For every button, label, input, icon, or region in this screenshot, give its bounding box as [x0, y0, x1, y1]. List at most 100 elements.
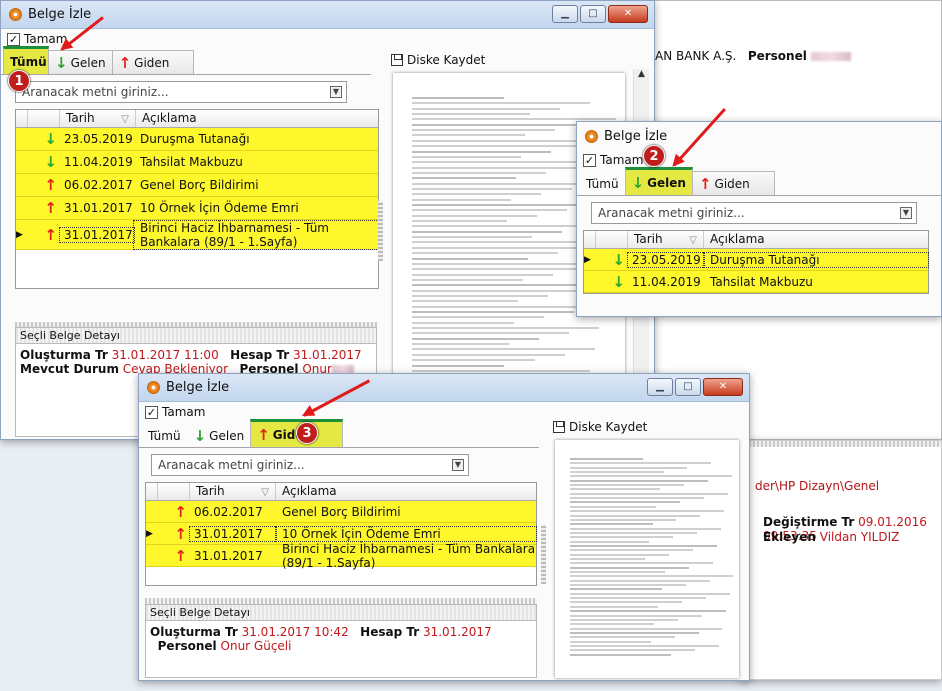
splitter [541, 524, 546, 584]
direction-cell: ↑ [158, 525, 190, 543]
maximize-button[interactable]: □ [580, 5, 606, 23]
bank-line: AN BANK A.Ş. Personel [641, 1, 941, 63]
table-row[interactable]: ↓ 23.05.2019 Duruşma Tutanağı [16, 128, 378, 151]
col-desc[interactable]: Açıklama [276, 483, 337, 500]
document-text-line [569, 592, 730, 595]
document-text-line [569, 588, 662, 591]
table-row[interactable]: ▶ ↓ 23.05.2019 Duruşma Tutanağı [584, 249, 929, 271]
document-text-line [411, 348, 595, 351]
search-input[interactable]: Aranacak metni giriniz... ▼ [591, 202, 917, 224]
document-text-line [569, 623, 655, 626]
tamam-label: Tamam [162, 405, 206, 419]
document-text-line [569, 636, 675, 639]
document-text-line [411, 166, 577, 169]
personel-label: Personel [747, 49, 807, 63]
arrow-up-icon: ↑ [257, 425, 270, 444]
arrow-up-icon: ↑ [174, 524, 187, 543]
checkbox[interactable]: ✓ [145, 405, 158, 419]
mod-label: Değiştirme Tr [763, 515, 855, 529]
tab-gelen[interactable]: ↓ Gelen [624, 167, 693, 195]
maximize-button[interactable]: □ [675, 378, 701, 396]
save-button[interactable]: Diske Kaydet [391, 53, 485, 67]
document-text-line [569, 579, 710, 582]
tab-tumu[interactable]: Tümü [579, 171, 626, 195]
tab-bar: Tümü ↓ Gelen ↑ Giden [139, 419, 539, 448]
grid-header: Tarih ▽ Açıklama [16, 110, 378, 128]
tab-gelen[interactable]: ↓ Gelen [187, 423, 252, 447]
date-cell: 31.01.2017 [64, 201, 133, 215]
table-row[interactable]: ↑ 06.02.2017 Genel Borç Bildirimi [16, 174, 378, 197]
background-window-lower: der\HP Dizayn\Genel Değiştirme Tr 09.01.… [740, 440, 942, 680]
detail-key: Hesap Tr [230, 348, 290, 362]
col-date[interactable]: Tarih ▽ [60, 110, 136, 127]
save-button[interactable]: Diske Kaydet [553, 420, 647, 434]
document-text-line [411, 225, 593, 228]
chevron-down-icon[interactable]: ▼ [452, 459, 464, 471]
checkbox[interactable]: ✓ [583, 153, 596, 167]
document-text-line [569, 479, 708, 482]
document-text-line [569, 618, 679, 621]
document-text-line [411, 273, 554, 276]
document-text-line [569, 605, 659, 608]
close-button[interactable]: ✕ [608, 5, 648, 23]
direction-cell: ↓ [28, 153, 60, 171]
chevron-down-icon[interactable]: ▼ [900, 207, 912, 219]
document-text-line [569, 614, 703, 617]
table-row[interactable]: ↑ 06.02.2017 Genel Borç Bildirimi [146, 501, 536, 523]
date-cell: 23.05.2019 [627, 251, 705, 268]
description-cell: Genel Borç Bildirimi [140, 178, 259, 192]
tab-giden[interactable]: ↑ Giden [691, 171, 775, 195]
tab-label: Gelen [70, 55, 106, 70]
document-text-line [411, 150, 551, 153]
col-date[interactable]: Tarih ▽ [628, 231, 704, 248]
document-text-line [411, 300, 519, 303]
document-text-line [569, 627, 723, 630]
document-grid: Tarih ▽ Açıklama ↑ 06.02.2017 Genel Borç Bi… [145, 482, 537, 586]
date-cell: 11.04.2019 [64, 155, 133, 169]
bank-name: AN BANK A.Ş. [655, 49, 737, 63]
table-row[interactable]: ▶ ↑ 31.01.2017 Birinci Haciz İhbarnamesi - … [16, 219, 379, 250]
checkbox[interactable]: ✓ [7, 32, 20, 46]
tab-tumu[interactable]: Tümü [3, 46, 49, 74]
step-badge-3: 3 [296, 422, 318, 444]
tamam-check[interactable]: ✓ Tamam [139, 402, 749, 422]
minimize-button[interactable]: ▁ [552, 5, 578, 23]
document-text-line [411, 129, 556, 132]
tab-tumu[interactable]: Tümü [141, 423, 188, 447]
document-text-line [411, 220, 507, 223]
document-text-line [411, 294, 549, 297]
document-text-line [569, 571, 666, 574]
table-row[interactable]: ↑ 31.01.2017 Birinci Haciz İhbarnamesi - T… [146, 542, 536, 570]
document-text-line [411, 321, 514, 324]
search-placeholder: Aranacak metni giriniz... [158, 458, 305, 472]
document-text-line [411, 278, 523, 281]
tamam-check[interactable]: ✓ Tamam [1, 29, 654, 49]
step-badge-1: 1 [8, 70, 30, 92]
tab-gelen[interactable]: ↓ Gelen [48, 50, 113, 74]
col-desc[interactable]: Açıklama [136, 110, 197, 127]
col-desc[interactable]: Açıklama [704, 231, 765, 248]
document-text-line [411, 102, 591, 105]
table-row[interactable]: ↓ 11.04.2019 Tahsilat Makbuzu [584, 271, 928, 293]
redacted-name [810, 52, 851, 61]
search-input[interactable]: Aranacak metni giriniz... ▼ [15, 81, 347, 103]
detail-header: Seçli Belge Detayı [16, 328, 376, 344]
tab-giden[interactable]: ↑ Giden [111, 50, 195, 74]
date-cell: 31.01.2017 [189, 525, 277, 542]
document-text-line [411, 107, 561, 110]
col-date[interactable]: Tarih ▽ [190, 483, 276, 500]
document-text-line [411, 236, 533, 239]
document-text-line [569, 649, 695, 652]
step-badge-2: 2 [643, 145, 665, 167]
close-button[interactable]: ✕ [703, 378, 743, 396]
minimize-button[interactable]: ▁ [647, 378, 673, 396]
table-row[interactable]: ↓ 11.04.2019 Tahsilat Makbuzu [16, 151, 378, 174]
scroll-up-icon[interactable]: ▲ [634, 69, 649, 79]
date-cell: 31.01.2017 [59, 226, 135, 243]
search-input[interactable]: Aranacak metni giriniz... ▼ [151, 454, 469, 476]
app-icon [147, 381, 160, 394]
chevron-down-icon[interactable]: ▼ [330, 86, 342, 98]
table-row[interactable]: ↑ 31.01.2017 10 Örnek İçin Ödeme Emri [16, 197, 378, 220]
document-text-line [569, 631, 699, 634]
document-text-line [411, 97, 505, 99]
